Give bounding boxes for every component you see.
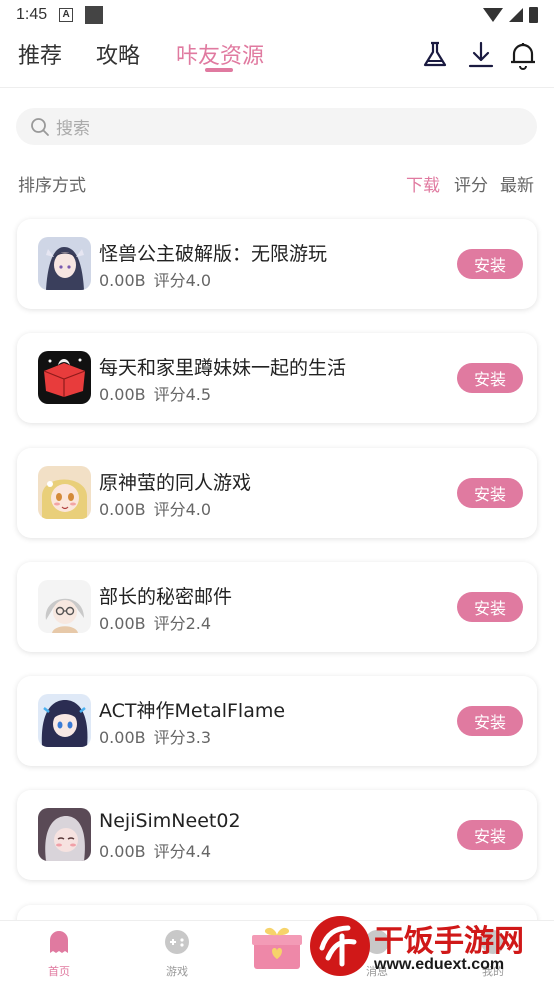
- install-button[interactable]: 安装: [457, 820, 523, 850]
- install-button[interactable]: 安装: [457, 592, 523, 622]
- game-card[interactable]: 部长的秘密邮件 0.00B 评分2.4 安装: [17, 562, 537, 652]
- game-meta: 0.00B 评分4.4: [99, 838, 211, 862]
- game-meta: 0.00B 评分2.4: [99, 610, 211, 634]
- game-rating: 评分4.0: [153, 271, 212, 290]
- nav-games-label: 游戏: [166, 965, 188, 978]
- game-title: 每天和家里蹲妹妹一起的生活: [99, 357, 347, 379]
- install-button[interactable]: 安装: [457, 478, 523, 508]
- game-thumbnail: [38, 580, 91, 633]
- game-card[interactable]: ACT神作MetalFlame 0.00B 评分3.3 安装: [17, 676, 537, 766]
- game-thumbnail: [38, 466, 91, 519]
- search-input[interactable]: 搜索: [16, 108, 537, 145]
- download-icon[interactable]: [466, 40, 496, 70]
- game-rating: 评分3.3: [153, 728, 212, 747]
- bell-icon[interactable]: [508, 40, 538, 70]
- game-meta: 0.00B 评分4.5: [99, 381, 211, 405]
- game-card[interactable]: NejiSimNeet02 0.00B 评分4.4 安装: [17, 790, 537, 880]
- sort-label: 排序方式: [18, 176, 86, 196]
- notification-square-icon: [85, 6, 104, 24]
- wifi-icon: [483, 8, 503, 22]
- flask-icon[interactable]: [420, 40, 450, 70]
- game-title: 怪兽公主破解版：无限游玩: [99, 243, 328, 265]
- tab-guides[interactable]: 攻略: [96, 38, 140, 70]
- active-tab-indicator: [205, 68, 233, 72]
- sort-by-newest[interactable]: 最新: [500, 171, 534, 196]
- tab-recommend[interactable]: 推荐: [18, 38, 62, 70]
- search-placeholder: 搜索: [56, 119, 90, 139]
- game-title: NejiSimNeet02: [99, 810, 241, 832]
- install-button[interactable]: 安装: [457, 363, 523, 393]
- nav-games[interactable]: 游戏: [147, 929, 207, 979]
- nav-home-label: 首页: [48, 965, 70, 978]
- battery-icon: [529, 7, 538, 23]
- search-icon: [31, 117, 49, 136]
- status-bar: 1:45 A: [0, 0, 554, 30]
- watermark-brand: 干饭手游网: [374, 925, 524, 958]
- game-title: 部长的秘密邮件: [99, 586, 233, 608]
- game-size: 0.00B: [99, 385, 146, 404]
- game-size: 0.00B: [99, 500, 146, 519]
- game-size: 0.00B: [99, 614, 146, 633]
- game-size: 0.00B: [99, 271, 146, 290]
- game-rating: 评分4.4: [153, 842, 212, 861]
- game-card[interactable]: 每天和家里蹲妹妹一起的生活 0.00B 评分4.5 安装: [17, 333, 537, 423]
- game-thumbnail: [38, 237, 91, 290]
- install-button[interactable]: 安装: [457, 706, 523, 736]
- game-thumbnail: [38, 808, 91, 861]
- game-size: 0.00B: [99, 842, 146, 861]
- watermark-url: www.eduext.com: [374, 956, 505, 973]
- game-meta: 0.00B 评分3.3: [99, 724, 211, 748]
- install-button[interactable]: 安装: [457, 249, 523, 279]
- game-thumbnail: [38, 694, 91, 747]
- signal-icon: [509, 8, 523, 22]
- top-nav: 推荐 攻略 咔友资源: [0, 34, 554, 88]
- nav-home[interactable]: 首页: [29, 929, 89, 979]
- ghost-home-icon: [50, 931, 68, 953]
- watermark-logo-icon: [310, 916, 370, 976]
- sort-by-downloads[interactable]: 下载: [406, 171, 440, 196]
- status-time: 1:45: [16, 6, 48, 23]
- sort-by-rating[interactable]: 评分: [454, 171, 488, 196]
- game-rating: 评分2.4: [153, 614, 212, 633]
- game-title: 原神萤的同人游戏: [99, 472, 252, 494]
- gift-icon[interactable]: [250, 925, 304, 971]
- game-rating: 评分4.5: [153, 385, 212, 404]
- game-thumbnail: [38, 351, 91, 404]
- game-size: 0.00B: [99, 728, 146, 747]
- game-rating: 评分4.0: [153, 500, 212, 519]
- keyboard-a-icon: A: [59, 8, 74, 22]
- watermark: 干饭手游网 www.eduext.com: [308, 912, 548, 982]
- tab-friend-resources[interactable]: 咔友资源: [176, 38, 264, 70]
- game-title: ACT神作MetalFlame: [99, 700, 286, 722]
- gamepad-icon: [165, 930, 189, 954]
- game-card[interactable]: 怪兽公主破解版：无限游玩 0.00B 评分4.0 安装: [17, 219, 537, 309]
- game-card[interactable]: 原神萤的同人游戏 0.00B 评分4.0 安装: [17, 448, 537, 538]
- game-meta: 0.00B 评分4.0: [99, 496, 211, 520]
- game-meta: 0.00B 评分4.0: [99, 267, 211, 291]
